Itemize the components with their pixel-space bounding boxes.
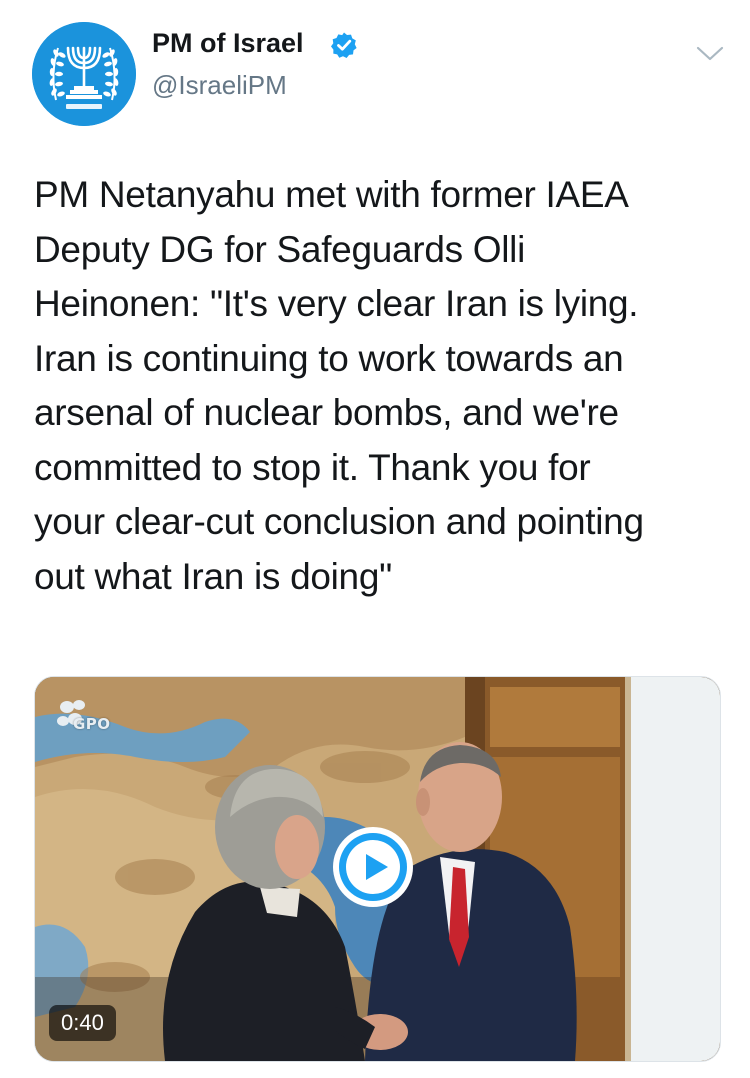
- tweet-text-line: Heinonen: "It's very clear Iran is lying…: [34, 283, 639, 324]
- play-button[interactable]: [333, 827, 413, 907]
- watermark-text: GPO: [73, 715, 111, 733]
- tweet-text-line: arsenal of nuclear bombs, and we're: [34, 392, 619, 433]
- tweet-card: PM of Israel @IsraeliPM PM Netanyahu met…: [0, 0, 750, 1078]
- tweet-text-line: your clear-cut conclusion and pointing: [34, 501, 644, 542]
- tweet-text-line: committed to stop it. Thank you for: [34, 446, 591, 488]
- tweet-text-line: Iran is continuing to work towards an: [34, 337, 624, 379]
- video-player[interactable]: GPO 0:40: [34, 676, 721, 1062]
- user-handle[interactable]: @IsraeliPM: [152, 70, 287, 101]
- play-icon: [346, 840, 400, 894]
- tweet-text-line: out what Iran is doing": [34, 555, 392, 597]
- tweet-text-line: PM Netanyahu met with former IAEA: [34, 174, 629, 215]
- menorah-emblem-icon: [32, 22, 136, 126]
- video-duration-badge: 0:40: [49, 1005, 116, 1041]
- tweet-text-line: Deputy DG for Safeguards Olli: [34, 228, 526, 270]
- display-name[interactable]: PM of Israel: [152, 28, 304, 59]
- verified-badge-icon: [331, 32, 357, 58]
- avatar[interactable]: [32, 22, 136, 126]
- tweet-text: PM Netanyahu met with former IAEA Deputy…: [34, 168, 734, 604]
- chevron-down-icon[interactable]: [694, 42, 726, 66]
